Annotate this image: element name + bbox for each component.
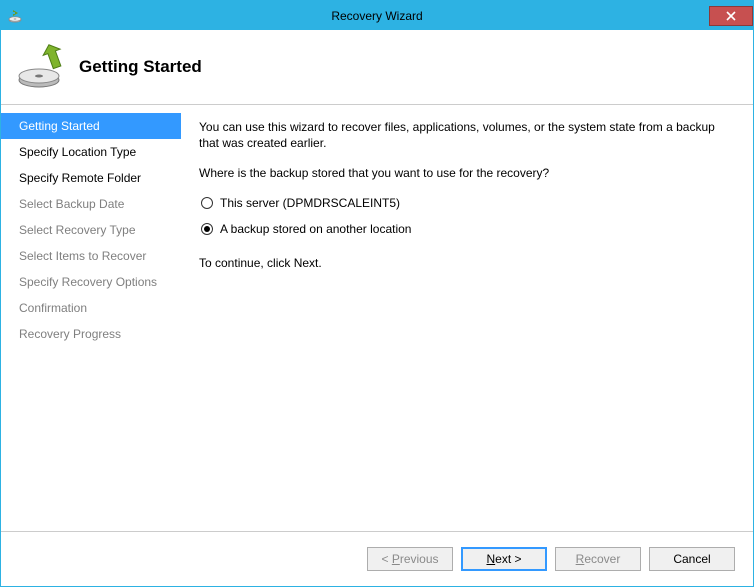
step-specify-remote-folder[interactable]: Specify Remote Folder <box>1 165 181 191</box>
close-icon <box>726 11 736 21</box>
app-icon <box>7 8 23 24</box>
window-title: Recovery Wizard <box>1 9 753 23</box>
step-select-recovery-type: Select Recovery Type <box>1 217 181 243</box>
wizard-steps-sidebar: Getting Started Specify Location Type Sp… <box>1 105 181 531</box>
step-getting-started[interactable]: Getting Started <box>1 113 181 139</box>
page-title: Getting Started <box>79 57 202 77</box>
question-text: Where is the backup stored that you want… <box>199 165 735 181</box>
radio-label: This server (DPMDRSCALEINT5) <box>220 195 400 211</box>
step-recovery-progress: Recovery Progress <box>1 321 181 347</box>
continue-text: To continue, click Next. <box>199 255 735 271</box>
step-select-items-to-recover: Select Items to Recover <box>1 243 181 269</box>
step-specify-location-type[interactable]: Specify Location Type <box>1 139 181 165</box>
radio-icon <box>201 223 213 235</box>
recovery-wizard-window: Recovery Wizard Getting Started Getting … <box>0 0 754 587</box>
wizard-footer: < Previous Next > Recover Cancel <box>1 532 753 586</box>
radio-this-server[interactable]: This server (DPMDRSCALEINT5) <box>201 195 735 211</box>
radio-label: A backup stored on another location <box>220 221 411 237</box>
step-specify-recovery-options: Specify Recovery Options <box>1 269 181 295</box>
wizard-content: You can use this wizard to recover files… <box>181 105 753 531</box>
wizard-header: Getting Started <box>1 30 753 105</box>
wizard-body: Getting Started Specify Location Type Sp… <box>1 105 753 532</box>
radio-icon <box>201 197 213 209</box>
cancel-button[interactable]: Cancel <box>649 547 735 571</box>
intro-text: You can use this wizard to recover files… <box>199 119 735 151</box>
titlebar: Recovery Wizard <box>1 1 753 30</box>
close-button[interactable] <box>709 6 753 26</box>
recover-button: Recover <box>555 547 641 571</box>
step-confirmation: Confirmation <box>1 295 181 321</box>
previous-button: < Previous <box>367 547 453 571</box>
recovery-icon <box>17 44 65 90</box>
radio-another-location[interactable]: A backup stored on another location <box>201 221 735 237</box>
step-select-backup-date: Select Backup Date <box>1 191 181 217</box>
next-button[interactable]: Next > <box>461 547 547 571</box>
